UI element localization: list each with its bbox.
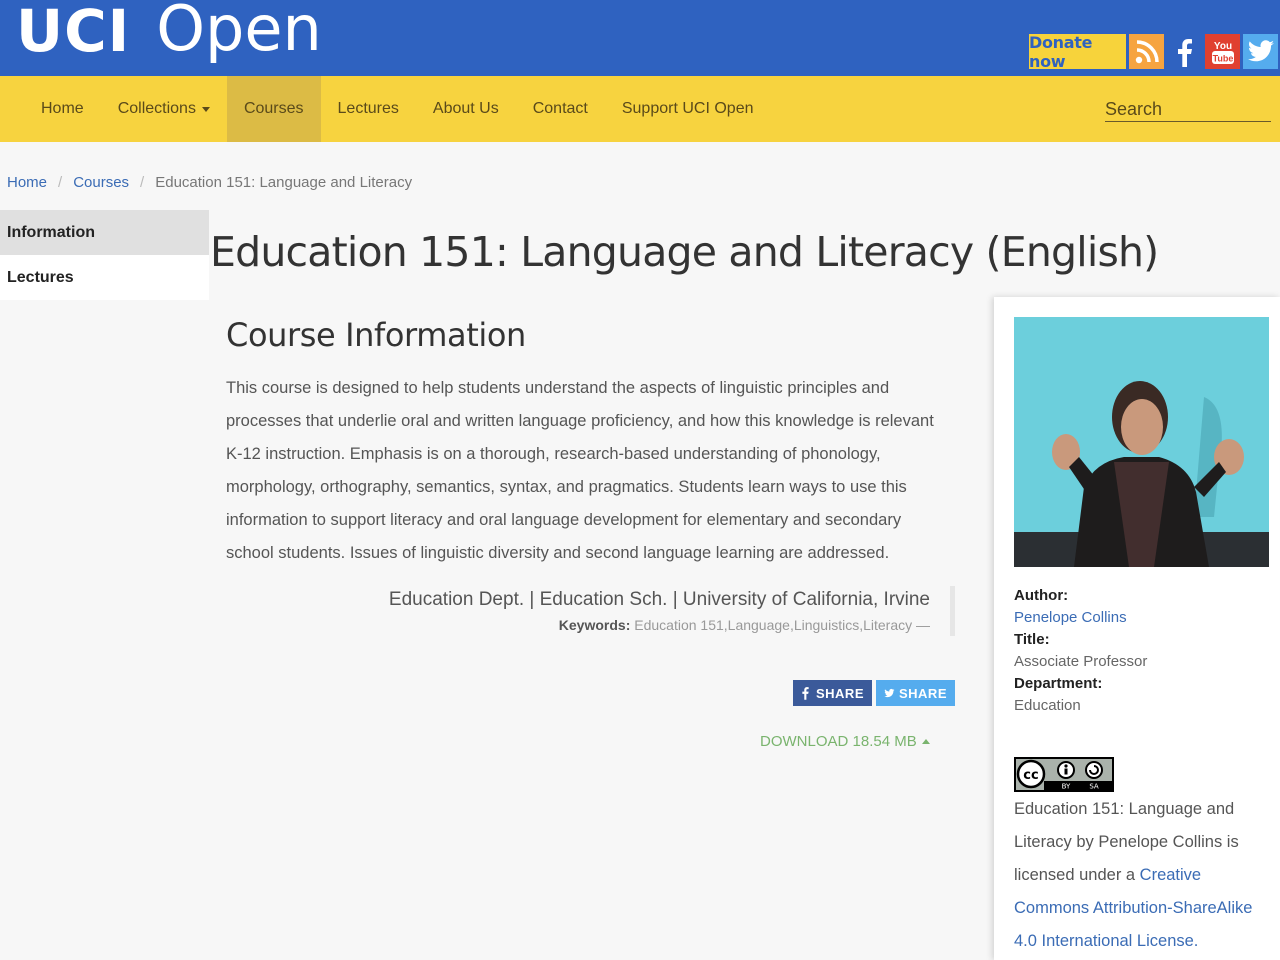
department-value: Education [1014,697,1081,714]
nav-item-about-us[interactable]: About Us [416,76,516,142]
twitter-icon[interactable] [1243,34,1278,69]
main-nav: Home Collections Courses Lectures About … [0,76,1280,142]
logo-uci-text: UCI [16,0,131,65]
tab-information[interactable]: Information [0,210,209,255]
nav-item-contact[interactable]: Contact [516,76,605,142]
svg-text:cc: cc [1023,768,1038,783]
breadcrumb-courses[interactable]: Courses [73,174,129,191]
course-attribution: Education Dept. | Education Sch. | Unive… [226,586,955,636]
site-header: UCI Open Donate now You Tube [0,0,1280,76]
keywords-line: Keywords: Education 151,Language,Linguis… [226,614,930,636]
instructor-photo [1014,317,1269,567]
header-actions: Donate now You Tube [1029,33,1278,71]
donate-button[interactable]: Donate now [1029,33,1126,71]
nav-item-collections-label: Collections [117,100,196,117]
side-tabs: Information Lectures [0,210,209,300]
cc-sa-label: SA [1089,783,1099,791]
logo-open-text: Open [156,0,322,65]
nav-item-home[interactable]: Home [24,76,101,142]
search-input[interactable] [1105,98,1271,122]
keywords-value: Education 151,Language,Linguistics,Liter… [634,617,930,633]
breadcrumb-current: Education 151: Language and Literacy [155,174,413,191]
section-title: Course Information [226,316,526,354]
course-information: Course Information This course is design… [226,316,956,570]
caret-up-icon [921,739,930,744]
title-value: Associate Professor [1014,653,1148,670]
nav-item-lectures[interactable]: Lectures [321,76,416,142]
instructor-meta: Author: Penelope Collins Title: Associat… [1014,585,1264,717]
breadcrumb-separator: / [140,174,145,191]
facebook-icon [802,687,809,700]
facebook-icon[interactable] [1167,34,1202,69]
breadcrumb-separator: / [58,174,63,191]
nav-item-courses[interactable]: Courses [226,76,321,142]
instructor-panel: Author: Penelope Collins Title: Associat… [994,297,1280,960]
cc-license-badge[interactable]: cc BY SA [1014,757,1114,792]
site-logo[interactable]: UCI Open [16,0,322,76]
department-line: Education Dept. | Education Sch. | Unive… [388,589,930,610]
license-text: Education 151: Language and Literacy by … [1014,793,1266,958]
twitter-icon [884,688,895,697]
keywords-label: Keywords: [558,617,631,633]
rss-icon[interactable] [1129,34,1164,69]
youtube-icon[interactable]: You Tube [1205,34,1240,69]
license-description: Education 151: Language and Literacy by … [1014,800,1239,884]
author-link[interactable]: Penelope Collins [1014,609,1127,626]
nav-item-support[interactable]: Support UCI Open [605,76,771,142]
course-description: This course is designed to help students… [226,379,934,562]
nav-menu: Home Collections Courses Lectures About … [24,76,770,142]
caret-down-icon [201,106,210,112]
download-button[interactable]: DOWNLOAD 18.54 MB [760,733,930,750]
twitter-share-button[interactable]: SHARE [876,680,955,706]
svg-text:Tube: Tube [1212,53,1233,63]
share-buttons: SHARE SHARE [793,680,955,706]
share-label: SHARE [898,685,947,701]
title-label: Title: [1014,631,1050,648]
download-label: DOWNLOAD 18.54 MB [760,733,917,750]
author-label: Author: [1014,587,1069,604]
cc-by-label: BY [1062,783,1071,791]
svg-text:You: You [1213,41,1231,52]
breadcrumb-home[interactable]: Home [7,174,47,191]
tab-lectures[interactable]: Lectures [0,255,209,300]
department-label: Department: [1014,675,1103,692]
breadcrumb: Home / Courses / Education 151: Language… [7,174,412,191]
facebook-share-button[interactable]: SHARE [793,680,872,706]
share-label: SHARE [815,685,864,701]
page-title: Education 151: Language and Literacy (En… [210,228,1159,276]
nav-item-collections[interactable]: Collections [101,76,227,142]
